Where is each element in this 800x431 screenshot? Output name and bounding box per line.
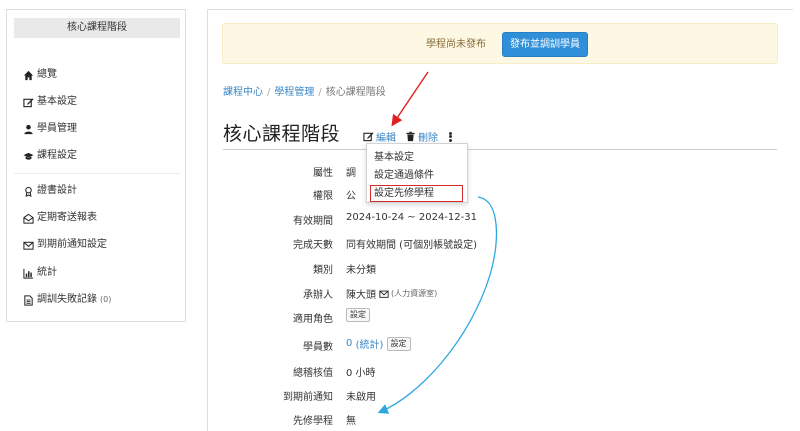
graduation-cap-icon [23,152,34,160]
edit-label: 編輯 [376,133,396,144]
title-actions: 編輯 刪除 [363,129,453,144]
alert-text: 學程尚未發布 [426,39,486,50]
period-value: 2024-10-24 ~ 2024-12-31 [346,212,477,223]
learners-value: 0 (統計) 設定 [346,336,411,351]
expire-value: 未啟用 [346,392,376,403]
perm-value: 公 [346,191,356,202]
file-icon [24,294,33,306]
envelope-open-icon [23,213,34,224]
sidebar-item-label: 定期寄送報表 [37,212,97,223]
organizer-dept: (人力資源室) [391,289,438,298]
edit-icon [363,132,374,142]
role-label: 適用角色 [293,314,333,325]
perm-label: 權限 [313,191,333,202]
sidebar-item-scheduled-reports[interactable]: 定期寄送報表 [23,210,97,226]
highlight-box [370,185,463,202]
sidebar-item-label: 總覽 [37,69,57,80]
breadcrumb-divider: / [318,87,322,98]
sidebar-title: 核心課程階段 [14,18,180,38]
attr-label: 屬性 [313,168,333,179]
organizer-value: 陳大頭 (人力資源室) [346,286,437,301]
attr-value: 調 [346,168,356,179]
trash-icon [406,131,415,142]
breadcrumb-program-management[interactable]: 學程管理 [274,87,314,98]
edit-button[interactable]: 編輯 [363,129,396,144]
breadcrumb-current: 核心課程階段 [325,87,386,98]
learners-settings-button[interactable]: 設定 [386,336,411,351]
learners-label: 學員數 [303,342,333,353]
sidebar-item-statistics[interactable]: 統計 [23,265,57,281]
total-label: 總稽核值 [293,368,333,379]
prereq-label: 先修學程 [293,416,333,427]
sidebar-item-label: 統計 [37,267,57,278]
sidebar-item-label: 到期前通知設定 [37,239,107,250]
organizer-name: 陳大頭 [346,290,376,301]
sidebar-item-learners[interactable]: 學員管理 [23,121,77,137]
sidebar-item-overview[interactable]: 總覽 [23,67,57,83]
menu-item-pass-conditions[interactable]: 設定通過條件 [374,168,434,184]
sidebar-item-failed-records[interactable]: 調訓失敗記錄 (0) [23,292,111,308]
organizer-label: 承辦人 [303,290,333,301]
edit-icon [23,97,34,107]
sidebar-item-certificate-design[interactable]: 證書設計 [23,183,77,199]
sidebar-item-label: 學員管理 [37,123,77,134]
user-icon [24,124,33,134]
envelope-icon[interactable] [379,289,389,299]
edit-dropdown-menu: 基本設定 設定通過條件 設定先修學程 [366,143,468,203]
unpublished-alert: 學程尚未發布 發布並調訓學員 [222,23,778,64]
role-settings-button[interactable]: 設定 [346,308,370,322]
expire-label: 到期前通知 [283,392,333,403]
home-icon [23,70,34,80]
envelope-icon [23,241,34,250]
publish-button[interactable]: 發布並調訓學員 [502,32,588,57]
main-panel: 學程尚未發布 發布並調訓學員 課程中心 / 學程管理 / 核心課程階段 核心課程階段 編… [207,9,793,431]
menu-item-basic-settings[interactable]: 基本設定 [374,150,414,166]
sidebar-divider [14,173,180,174]
title-divider [223,149,777,150]
sidebar-item-basic-settings[interactable]: 基本設定 [23,94,77,110]
total-value: 0 小時 [346,368,376,379]
sidebar-item-label: 基本設定 [37,96,77,107]
sidebar-item-expiry-notice[interactable]: 到期前通知設定 [23,237,107,253]
prereq-value: 無 [346,416,356,427]
days-label: 完成天數 [293,240,333,251]
learners-count-link[interactable]: 0 [346,338,352,349]
breadcrumb-course-center[interactable]: 課程中心 [223,87,263,98]
page-title: 核心課程階段 [223,123,341,145]
learners-stats-link[interactable]: (統計) [356,336,384,351]
category-label: 類別 [313,265,333,276]
delete-label: 刪除 [418,133,438,144]
sidebar-item-label: 調訓失敗記錄 [37,294,97,305]
days-value: 同有效期間 (可個別帳號設定) [346,240,477,251]
role-value: 設定 [346,308,370,322]
badge-icon [25,186,32,197]
delete-button[interactable]: 刪除 [405,129,438,144]
more-options-icon[interactable] [447,131,453,143]
sidebar-item-label: 證書設計 [37,185,77,196]
breadcrumb: 課程中心 / 學程管理 / 核心課程階段 [223,83,386,98]
period-label: 有效期間 [293,216,333,227]
sidebar: 核心課程階段 總覽 基本設定 學員管理 課程設定 證書設計 定期寄送報表 到期前… [6,9,186,322]
sidebar-item-course-settings[interactable]: 課程設定 [23,148,77,164]
sidebar-item-label: 課程設定 [37,150,77,161]
failed-count: (0) [100,295,112,304]
bar-chart-icon [23,268,34,279]
breadcrumb-divider: / [267,87,271,98]
category-value: 未分類 [346,265,376,276]
